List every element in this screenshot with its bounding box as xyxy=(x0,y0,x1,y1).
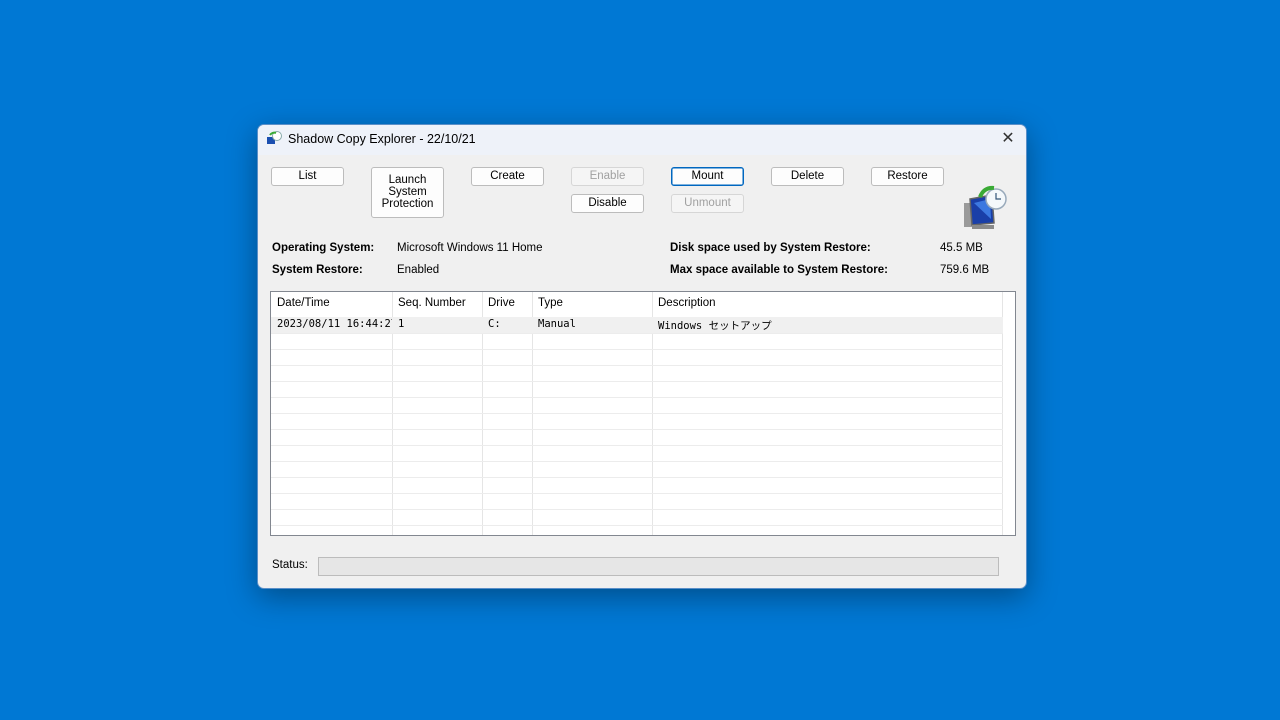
create-button[interactable]: Create xyxy=(471,167,544,186)
system-restore-logo-icon xyxy=(964,185,1007,229)
row-gridline xyxy=(271,397,1003,398)
os-value: Microsoft Windows 11 Home xyxy=(397,242,543,254)
row-gridline xyxy=(271,509,1003,510)
max-space-label: Max space available to System Restore: xyxy=(670,264,888,276)
unmount-button[interactable]: Unmount xyxy=(671,194,744,213)
app-window: Shadow Copy Explorer - 22/10/21 ✕ List L… xyxy=(257,124,1027,589)
row-gridline xyxy=(271,525,1003,526)
disable-button[interactable]: Disable xyxy=(571,194,644,213)
column-header-date-time[interactable]: Date/Time xyxy=(271,297,392,309)
column-header-type[interactable]: Type xyxy=(532,297,652,309)
close-icon: ✕ xyxy=(1001,130,1015,147)
launch-system-protection-button[interactable]: Launch System Protection xyxy=(371,167,444,218)
column-header-drive[interactable]: Drive xyxy=(482,297,532,309)
title-bar: Shadow Copy Explorer - 22/10/21 ✕ xyxy=(258,125,1026,155)
column-header-description[interactable]: Description xyxy=(652,297,1002,309)
restore-button[interactable]: Restore xyxy=(871,167,944,186)
row-gridline xyxy=(271,365,1003,366)
row-gridline xyxy=(271,445,1003,446)
row-gridline xyxy=(271,493,1003,494)
row-gridline xyxy=(271,381,1003,382)
status-label: Status: xyxy=(272,559,308,571)
close-button[interactable]: ✕ xyxy=(998,129,1018,149)
status-field xyxy=(318,557,999,576)
list-button[interactable]: List xyxy=(271,167,344,186)
cell-description: Windows セットアップ xyxy=(658,320,772,332)
max-space-value: 759.6 MB xyxy=(940,264,990,276)
column-header-seq-number[interactable]: Seq. Number xyxy=(392,297,482,309)
row-gridline xyxy=(271,429,1003,430)
cell-date-time: 2023/08/11 16:44:27 xyxy=(277,318,392,330)
row-gridline xyxy=(271,413,1003,414)
disk-space-value: 45.5 MB xyxy=(940,242,983,254)
row-gridline xyxy=(271,461,1003,462)
system-restore-value: Enabled xyxy=(397,264,440,276)
system-restore-label: System Restore: xyxy=(272,264,363,276)
disk-space-label: Disk space used by System Restore: xyxy=(670,242,871,254)
mount-button[interactable]: Mount xyxy=(671,167,744,186)
row-gridline xyxy=(271,349,1003,350)
row-gridline xyxy=(271,333,1003,334)
delete-button[interactable]: Delete xyxy=(771,167,844,186)
cell-seq-number: 1 xyxy=(398,318,405,330)
system-restore-icon xyxy=(267,131,282,144)
cell-type: Manual xyxy=(538,318,576,330)
enable-button[interactable]: Enable xyxy=(571,167,644,186)
window-title: Shadow Copy Explorer - 22/10/21 xyxy=(288,132,476,146)
shadow-copy-list[interactable]: Date/Time Seq. Number Drive Type Description… xyxy=(270,291,1016,536)
cell-drive: C: xyxy=(488,318,501,330)
os-label: Operating System: xyxy=(272,242,375,254)
row-gridline xyxy=(271,477,1003,478)
